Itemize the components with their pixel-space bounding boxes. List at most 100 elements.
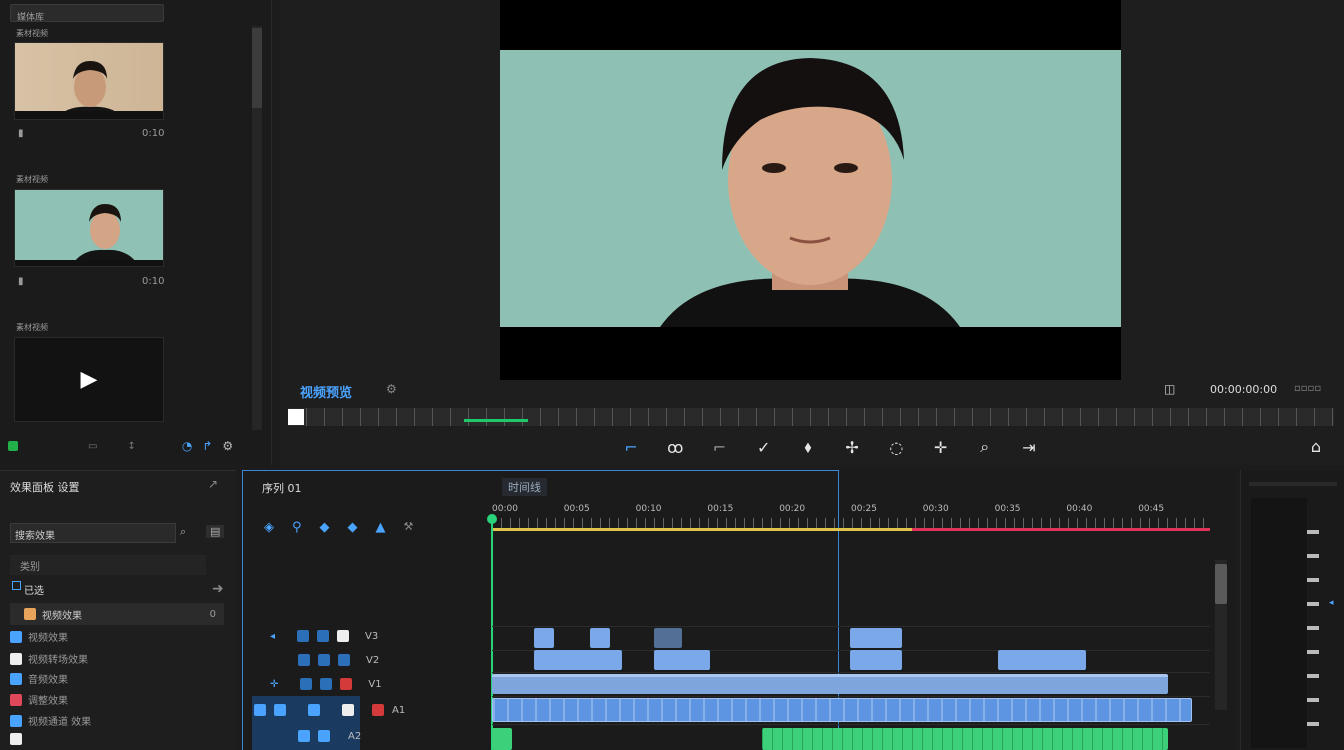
toggle-target-icon[interactable] xyxy=(340,678,353,690)
video-clip[interactable] xyxy=(492,674,1168,694)
track-header[interactable]: ✛ V1 xyxy=(270,678,382,690)
track-header[interactable]: V2 xyxy=(298,654,379,666)
icon-view-icon[interactable]: ▭ xyxy=(88,441,97,452)
selected-row[interactable]: 已选 xyxy=(10,579,206,599)
video-clip[interactable] xyxy=(534,628,554,648)
check-icon[interactable]: ✓ xyxy=(753,435,775,459)
export-icon[interactable]: ⇥ xyxy=(1018,435,1040,459)
toggle-output-icon[interactable] xyxy=(298,654,310,666)
audio-clip[interactable] xyxy=(492,698,1192,722)
audio-clip[interactable] xyxy=(762,728,1168,750)
toggle-sync-icon[interactable] xyxy=(317,630,330,642)
lasso-icon[interactable]: ◌ xyxy=(885,435,907,459)
lock-icon[interactable]: ◂ xyxy=(270,631,275,642)
timeline-scrollbar[interactable] xyxy=(1215,560,1227,710)
audio-mute-icon[interactable] xyxy=(274,704,286,716)
media-thumbnail[interactable] xyxy=(14,189,164,267)
effect-item[interactable]: 音频效果 xyxy=(10,671,68,686)
expand-icon[interactable]: ↗ xyxy=(208,477,218,491)
toggle-target-icon[interactable] xyxy=(342,704,354,716)
media-search-bar[interactable]: 媒体库 xyxy=(10,4,164,23)
effect-item[interactable] xyxy=(10,733,22,745)
resolution-options[interactable]: ▫▫▫▫ xyxy=(1294,383,1321,394)
media-item-duration: 0:10 xyxy=(142,276,165,287)
media-scrollbar[interactable] xyxy=(252,26,262,430)
selected-checkbox[interactable] xyxy=(12,581,21,590)
meter-arrow-icon[interactable]: ◂ xyxy=(1329,598,1334,608)
toggle-output-icon[interactable] xyxy=(308,704,320,716)
sort-icon[interactable]: ↕ xyxy=(127,441,135,452)
up-icon[interactable]: ▲ xyxy=(376,520,386,535)
track-name: A1 xyxy=(392,704,406,716)
toggle-output-icon[interactable] xyxy=(297,630,310,642)
split-icon[interactable]: ꝏ xyxy=(664,435,686,459)
media-panel: 媒体库 素材视频 ▮ 0:10 素材视频 ▮ 0:10 素材视频 ▶ ▭ ↕ ◔… xyxy=(0,0,272,465)
timeline-tab[interactable]: 时间线 xyxy=(502,478,547,496)
search-icon[interactable]: ⌕ xyxy=(180,525,186,539)
settings-icon[interactable]: ⚙ xyxy=(222,439,233,453)
new-item-icon[interactable]: ↱ xyxy=(202,439,212,453)
viewer-scrubber[interactable] xyxy=(288,408,1334,426)
wrench-icon[interactable]: ⚒ xyxy=(404,520,414,535)
toggle-output-icon[interactable] xyxy=(298,730,310,742)
video-frame[interactable] xyxy=(500,0,1121,380)
video-clip[interactable] xyxy=(654,650,710,670)
toggle-sync-icon[interactable] xyxy=(318,730,330,742)
media-item-title: 素材视频 xyxy=(16,29,48,38)
lock-icon[interactable]: ✛ xyxy=(270,679,278,690)
toggle-output-icon[interactable] xyxy=(300,678,313,690)
video-clip[interactable] xyxy=(590,628,610,648)
tag-icon[interactable]: ◆ xyxy=(348,520,358,535)
pin-icon[interactable]: ✛ xyxy=(929,435,951,459)
snap-icon[interactable]: ◈ xyxy=(264,520,274,535)
key-icon[interactable]: ✢ xyxy=(841,435,863,459)
video-clip[interactable] xyxy=(850,650,902,670)
marker-icon[interactable]: ⬧ xyxy=(797,435,819,459)
media-thumbnail[interactable] xyxy=(14,42,164,120)
effect-item[interactable]: 视频效果 0 xyxy=(10,603,224,625)
toggle-sync-icon[interactable] xyxy=(318,654,330,666)
viewer-settings-icon[interactable]: ⚙ xyxy=(386,382,397,396)
crop-icon[interactable]: ⌐ xyxy=(620,435,642,459)
track-header[interactable]: A1 xyxy=(254,704,405,716)
zoom-icon[interactable]: ⌕ xyxy=(974,435,996,459)
ruler-label: 00:25 xyxy=(851,504,877,514)
track-header[interactable]: A2 xyxy=(298,730,361,742)
media-thumbnail-video[interactable]: ▶ xyxy=(14,337,164,422)
toggle-sync-icon[interactable] xyxy=(320,678,333,690)
list-view-icon[interactable] xyxy=(8,441,18,451)
audio-lock-icon[interactable] xyxy=(254,704,266,716)
effect-item[interactable]: 视频效果 xyxy=(10,629,68,644)
safe-margin-icon[interactable]: ◫ xyxy=(1164,382,1175,396)
effect-item[interactable]: 视频转场效果 xyxy=(10,651,88,666)
video-clip[interactable] xyxy=(654,628,682,648)
timecode: 00:00:00:00 xyxy=(1210,383,1278,396)
link-icon[interactable]: ⚲ xyxy=(292,520,302,535)
effects-search-input[interactable]: 搜索效果 xyxy=(10,523,176,543)
audio-clip[interactable] xyxy=(492,728,512,750)
track-header[interactable]: ◂ V3 xyxy=(270,630,378,642)
timeline-ruler[interactable]: 00:00 00:05 00:10 00:15 00:20 00:25 00:30 00:35… xyxy=(492,504,1210,531)
toggle-target-icon[interactable] xyxy=(337,630,350,642)
video-clip[interactable] xyxy=(998,650,1086,670)
filter-icon[interactable]: ▤ xyxy=(206,525,225,538)
video-clip[interactable] xyxy=(534,650,622,670)
viewer-toolbar: ⌐ ꝏ ⌐ ✓ ⬧ ✢ ◌ ✛ ⌕ ⇥ xyxy=(620,434,1040,460)
playhead-handle[interactable] xyxy=(288,409,304,425)
arrow-right-icon[interactable]: ➜ xyxy=(212,581,224,597)
media-item-duration: 0:10 xyxy=(142,128,165,139)
folder-icon xyxy=(10,714,22,727)
record-icon[interactable] xyxy=(372,704,384,716)
home-icon[interactable]: ⌂ xyxy=(1304,434,1328,458)
media-bottom-bar: ▭ ↕ ◔ ↱ ⚙ xyxy=(8,436,264,456)
track-name: A2 xyxy=(348,730,362,742)
trim-icon[interactable]: ⌐ xyxy=(708,435,730,459)
effect-item[interactable]: 视频通道 效果 xyxy=(10,713,91,728)
effect-item[interactable]: 调整效果 xyxy=(10,692,68,707)
new-bin-icon[interactable]: ◔ xyxy=(182,439,192,453)
marker-add-icon[interactable]: ◆ xyxy=(320,520,330,535)
video-clip[interactable] xyxy=(850,628,902,648)
category-row[interactable]: 类别 xyxy=(10,555,206,575)
toggle-target-icon[interactable] xyxy=(338,654,350,666)
play-icon[interactable]: ▶ xyxy=(81,367,98,392)
